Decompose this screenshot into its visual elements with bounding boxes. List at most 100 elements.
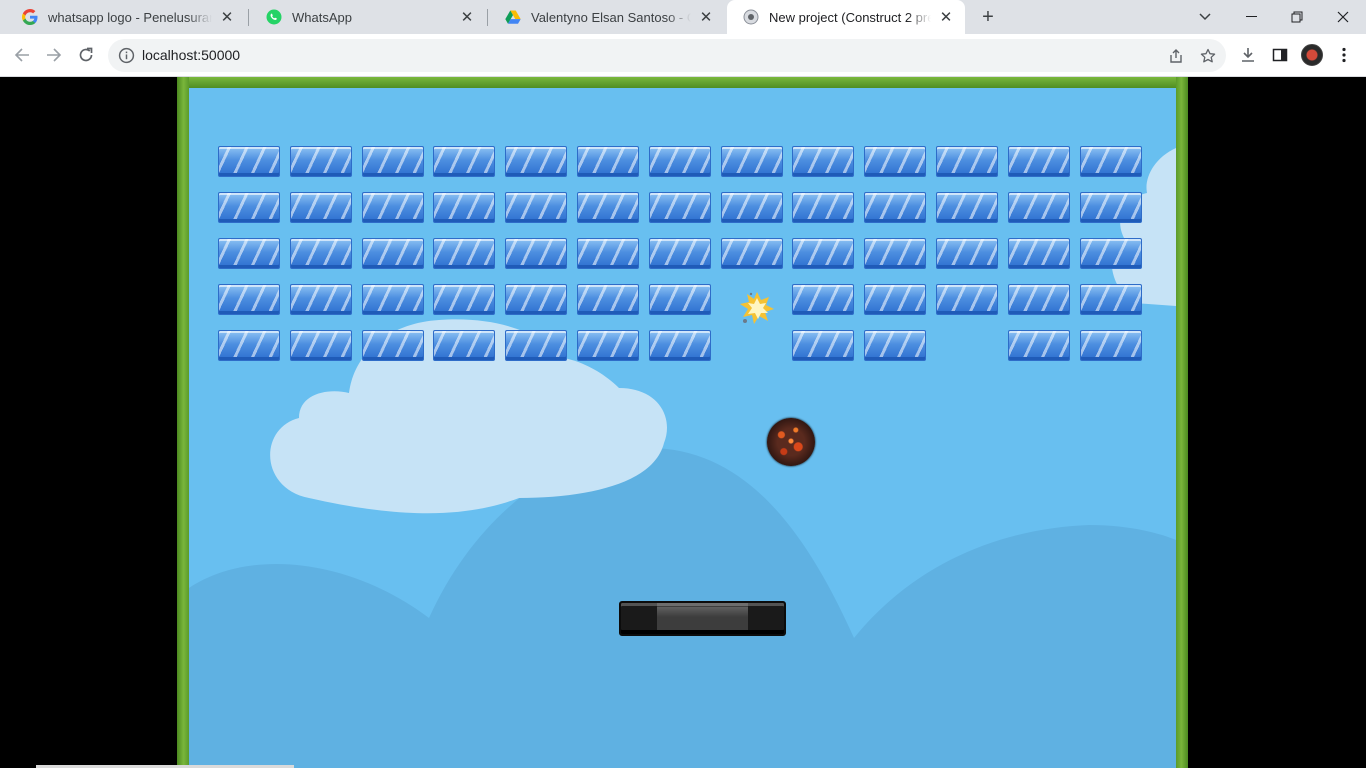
brick [433, 146, 496, 177]
minimize-icon [1245, 16, 1257, 17]
google-drive-icon [505, 9, 521, 25]
brick [577, 192, 639, 223]
brick [361, 192, 424, 223]
chevron-down-icon [1199, 13, 1211, 21]
brick [433, 238, 496, 269]
brick [577, 146, 639, 177]
tab-separator [487, 9, 488, 26]
brick [218, 146, 280, 177]
brick [1079, 146, 1142, 177]
restore-button[interactable] [1274, 0, 1320, 34]
tab-google-drive[interactable]: Valentyno Elsan Santoso - Google Drive ✕ [489, 0, 725, 34]
brick [936, 238, 998, 269]
playfield[interactable] [189, 88, 1176, 768]
brick [505, 192, 568, 223]
brick [792, 192, 855, 223]
brick [648, 284, 711, 315]
back-button[interactable] [8, 41, 36, 69]
share-icon[interactable] [1166, 46, 1186, 66]
brick [1079, 192, 1142, 223]
brick [648, 330, 711, 361]
brick [577, 284, 639, 315]
brick [864, 330, 927, 361]
brick [361, 238, 424, 269]
browser-toolbar: localhost:50000 [0, 34, 1366, 77]
menu-dots-icon[interactable] [1334, 45, 1354, 65]
brick [864, 192, 927, 223]
brick [505, 238, 568, 269]
brick [1079, 238, 1142, 269]
brick [361, 284, 424, 315]
brick [289, 146, 352, 177]
tab-search-button[interactable] [1182, 0, 1228, 34]
brick [433, 330, 496, 361]
right-wall [1176, 77, 1188, 768]
url-text[interactable]: localhost:50000 [142, 47, 240, 63]
brick [577, 330, 639, 361]
brick [720, 238, 783, 269]
brick [289, 284, 352, 315]
brick [577, 238, 639, 269]
download-icon[interactable] [1238, 45, 1258, 65]
brick [792, 238, 855, 269]
profile-avatar[interactable] [1301, 44, 1323, 66]
brick [648, 146, 711, 177]
brick [936, 284, 998, 315]
game-canvas[interactable] [177, 77, 1188, 768]
tab-title: Valentyno Elsan Santoso - Google Drive [531, 9, 691, 25]
reload-button[interactable] [72, 41, 100, 69]
tab-strip: whatsapp logo - Penelusuran Google ✕ Wha… [0, 0, 1366, 34]
brick [936, 192, 998, 223]
side-panel-icon[interactable] [1270, 45, 1290, 65]
arrow-right-icon [47, 48, 62, 62]
brick [505, 284, 568, 315]
forward-button[interactable] [40, 41, 68, 69]
tab-separator [248, 9, 249, 26]
brick [218, 330, 280, 361]
brick [720, 192, 783, 223]
whatsapp-icon [266, 9, 282, 25]
top-wall [177, 77, 1188, 88]
tab-whatsapp[interactable]: WhatsApp ✕ [250, 0, 486, 34]
brick [289, 238, 352, 269]
brick [433, 192, 496, 223]
close-icon[interactable]: ✕ [218, 8, 236, 26]
brick [864, 284, 927, 315]
minimize-button[interactable] [1228, 0, 1274, 34]
tab-construct-preview[interactable]: New project (Construct 2 preview) ✕ [727, 0, 965, 34]
new-tab-button[interactable]: + [976, 5, 1000, 29]
info-icon[interactable] [118, 47, 135, 64]
brick [1079, 330, 1142, 361]
left-wall [177, 77, 189, 768]
brick [289, 192, 352, 223]
tab-title: New project (Construct 2 preview) [769, 9, 931, 25]
brick [792, 330, 855, 361]
tab-google-search[interactable]: whatsapp logo - Penelusuran Google ✕ [6, 0, 246, 34]
brick [792, 284, 855, 315]
close-icon[interactable]: ✕ [458, 8, 476, 26]
address-bar[interactable]: localhost:50000 [108, 39, 1226, 72]
brick [648, 192, 711, 223]
brick [1007, 330, 1070, 361]
window-close-button[interactable] [1320, 0, 1366, 34]
paddle[interactable] [619, 601, 786, 636]
arrow-left-icon [14, 48, 29, 62]
brick [1007, 284, 1070, 315]
close-icon[interactable]: ✕ [937, 8, 955, 26]
restore-icon [1291, 11, 1303, 23]
brick [1007, 146, 1070, 177]
google-icon [22, 9, 38, 25]
brick [1079, 284, 1142, 315]
brick [1007, 238, 1070, 269]
reload-icon [79, 47, 93, 62]
brick [648, 238, 711, 269]
close-icon [1337, 11, 1349, 23]
brick [505, 330, 568, 361]
explosion-sprite [740, 292, 774, 324]
star-icon[interactable] [1198, 46, 1218, 66]
ball [767, 418, 815, 466]
brick [864, 238, 927, 269]
brick [792, 146, 855, 177]
close-icon[interactable]: ✕ [697, 8, 715, 26]
brick [361, 330, 424, 361]
